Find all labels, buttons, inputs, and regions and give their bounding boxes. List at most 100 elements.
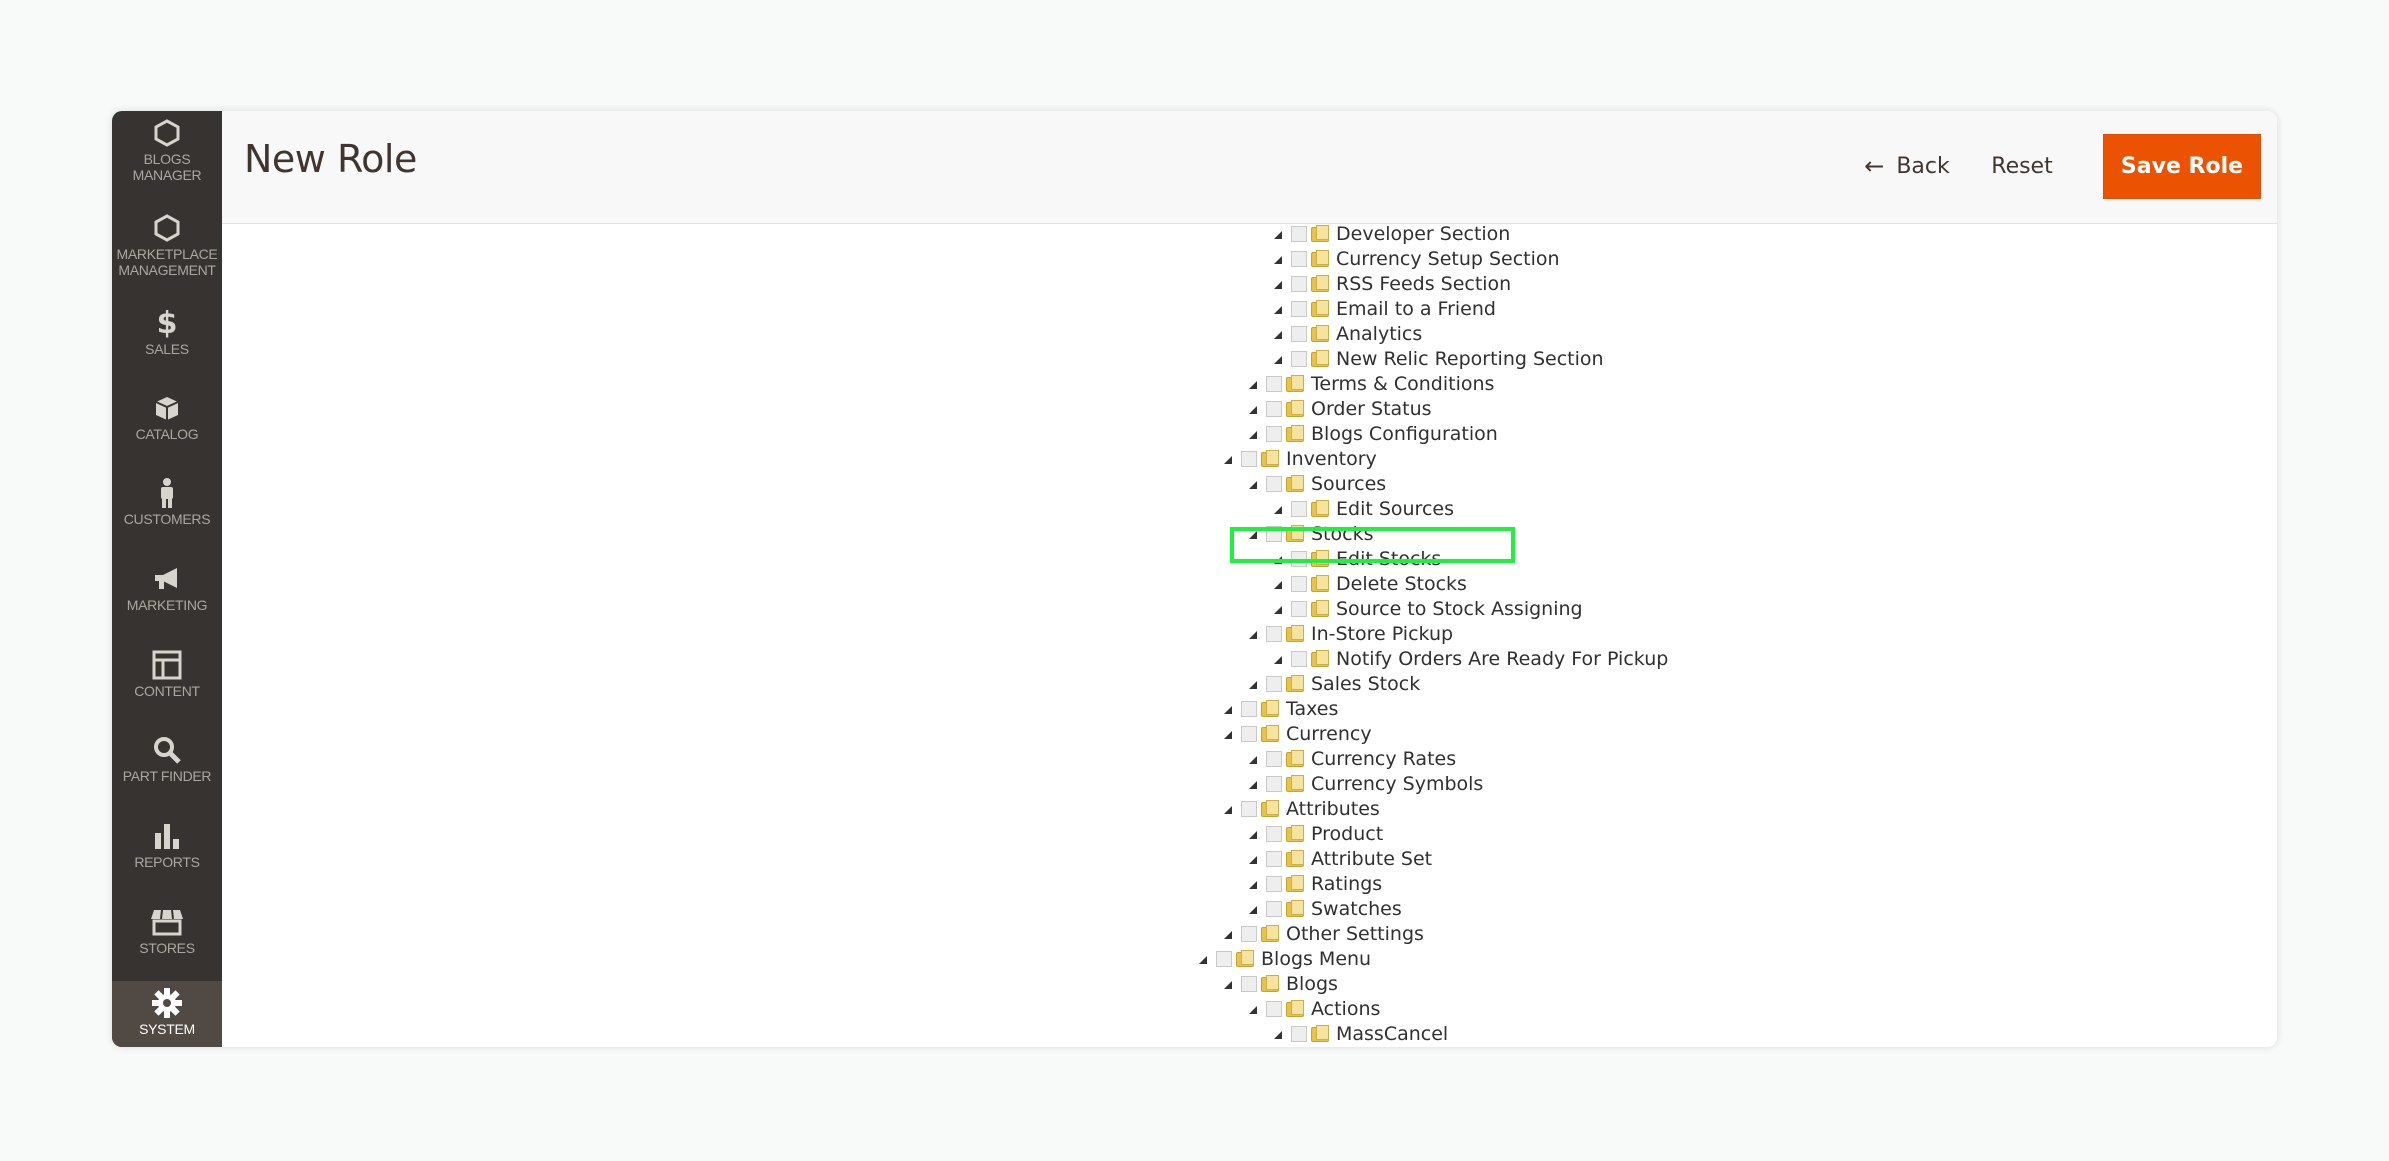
tree-node[interactable]: Order Status — [1249, 396, 1432, 421]
checkbox[interactable] — [1241, 700, 1257, 717]
expand-triangle-icon[interactable] — [1274, 355, 1282, 364]
sidebar-item-content[interactable]: CONTENT — [112, 643, 222, 723]
tree-node[interactable]: Blogs — [1224, 971, 1338, 996]
expand-triangle-icon[interactable] — [1274, 555, 1282, 564]
tree-node[interactable]: Actions — [1249, 996, 1380, 1021]
tree-node[interactable]: Taxes — [1224, 696, 1338, 721]
checkbox[interactable] — [1241, 725, 1257, 742]
sidebar-item-stores[interactable]: STORES — [112, 900, 222, 980]
checkbox[interactable] — [1291, 550, 1307, 567]
expand-triangle-icon[interactable] — [1224, 730, 1232, 739]
checkbox[interactable] — [1291, 250, 1307, 267]
expand-triangle-icon[interactable] — [1249, 780, 1257, 789]
checkbox[interactable] — [1266, 850, 1282, 867]
sidebar-item-system[interactable]: SYSTEM — [112, 981, 222, 1047]
expand-triangle-icon[interactable] — [1274, 1030, 1282, 1039]
checkbox[interactable] — [1291, 350, 1307, 367]
tree-node[interactable]: Sales Stock — [1249, 671, 1420, 696]
expand-triangle-icon[interactable] — [1274, 605, 1282, 614]
expand-triangle-icon[interactable] — [1249, 1005, 1257, 1014]
tree-node[interactable]: Sources — [1249, 471, 1386, 496]
expand-triangle-icon[interactable] — [1274, 280, 1282, 289]
tree-node[interactable]: Other Settings — [1224, 921, 1424, 946]
checkbox[interactable] — [1266, 675, 1282, 692]
expand-triangle-icon[interactable] — [1249, 630, 1257, 639]
sidebar-item-catalog[interactable]: CATALOG — [112, 386, 222, 466]
tree-node[interactable]: Stocks — [1249, 521, 1373, 546]
checkbox[interactable] — [1291, 575, 1307, 592]
expand-triangle-icon[interactable] — [1249, 430, 1257, 439]
checkbox[interactable] — [1266, 425, 1282, 442]
tree-node[interactable]: Delete Stocks — [1274, 571, 1467, 596]
checkbox[interactable] — [1266, 525, 1282, 542]
tree-node[interactable]: Developer Section — [1274, 224, 1510, 246]
tree-node[interactable]: Currency Rates — [1249, 746, 1456, 771]
tree-node[interactable]: Currency — [1224, 721, 1372, 746]
tree-node[interactable]: Notify Orders Are Ready For Pickup — [1274, 646, 1668, 671]
tree-node[interactable]: Swatches — [1249, 896, 1402, 921]
checkbox[interactable] — [1291, 225, 1307, 242]
tree-node[interactable]: In-Store Pickup — [1249, 621, 1453, 646]
expand-triangle-icon[interactable] — [1224, 980, 1232, 989]
checkbox[interactable] — [1241, 925, 1257, 942]
expand-triangle-icon[interactable] — [1224, 455, 1232, 464]
expand-triangle-icon[interactable] — [1274, 505, 1282, 514]
back-button[interactable]: ← Back — [1852, 140, 1962, 192]
checkbox[interactable] — [1266, 825, 1282, 842]
tree-node[interactable]: Edit Sources — [1274, 496, 1454, 521]
checkbox[interactable] — [1266, 900, 1282, 917]
expand-triangle-icon[interactable] — [1249, 880, 1257, 889]
expand-triangle-icon[interactable] — [1224, 705, 1232, 714]
expand-triangle-icon[interactable] — [1274, 580, 1282, 589]
reset-button[interactable]: Reset — [1977, 140, 2067, 192]
tree-node[interactable]: Attribute Set — [1249, 846, 1432, 871]
checkbox[interactable] — [1266, 875, 1282, 892]
checkbox[interactable] — [1291, 650, 1307, 667]
tree-node[interactable]: Inventory — [1224, 446, 1377, 471]
expand-triangle-icon[interactable] — [1224, 930, 1232, 939]
sidebar-item-marketing[interactable]: MARKETING — [112, 557, 222, 637]
tree-node[interactable]: Source to Stock Assigning — [1274, 596, 1583, 621]
expand-triangle-icon[interactable] — [1249, 480, 1257, 489]
expand-triangle-icon[interactable] — [1249, 530, 1257, 539]
expand-triangle-icon[interactable] — [1274, 255, 1282, 264]
expand-triangle-icon[interactable] — [1274, 330, 1282, 339]
expand-triangle-icon[interactable] — [1274, 305, 1282, 314]
expand-triangle-icon[interactable] — [1274, 230, 1282, 239]
tree-node[interactable]: Edit Stocks — [1274, 546, 1441, 571]
sidebar-item-marketplace-management[interactable]: MARKETPLACE MANAGEMENT — [112, 206, 222, 286]
checkbox[interactable] — [1291, 600, 1307, 617]
expand-triangle-icon[interactable] — [1249, 830, 1257, 839]
tree-node[interactable]: Analytics — [1274, 321, 1422, 346]
checkbox[interactable] — [1291, 300, 1307, 317]
sidebar-item-blogs-manager[interactable]: BLOGS MANAGER — [112, 111, 222, 191]
checkbox[interactable] — [1266, 375, 1282, 392]
expand-triangle-icon[interactable] — [1249, 755, 1257, 764]
checkbox[interactable] — [1241, 450, 1257, 467]
expand-triangle-icon[interactable] — [1224, 805, 1232, 814]
tree-node[interactable]: RSS Feeds Section — [1274, 271, 1511, 296]
checkbox[interactable] — [1291, 325, 1307, 342]
expand-triangle-icon[interactable] — [1249, 905, 1257, 914]
checkbox[interactable] — [1266, 625, 1282, 642]
checkbox[interactable] — [1216, 950, 1232, 967]
save-role-button[interactable]: Save Role — [2103, 134, 2261, 199]
checkbox[interactable] — [1291, 1025, 1307, 1042]
checkbox[interactable] — [1266, 1000, 1282, 1017]
tree-node[interactable]: Currency Symbols — [1249, 771, 1483, 796]
expand-triangle-icon[interactable] — [1249, 680, 1257, 689]
expand-triangle-icon[interactable] — [1249, 855, 1257, 864]
expand-triangle-icon[interactable] — [1249, 405, 1257, 414]
tree-node[interactable]: Ratings — [1249, 871, 1382, 896]
checkbox[interactable] — [1266, 475, 1282, 492]
tree-node[interactable]: New Relic Reporting Section — [1274, 346, 1604, 371]
checkbox[interactable] — [1291, 275, 1307, 292]
checkbox[interactable] — [1291, 500, 1307, 517]
sidebar-item-sales[interactable]: $ SALES — [112, 301, 222, 381]
sidebar-item-customers[interactable]: CUSTOMERS — [112, 471, 222, 551]
sidebar-item-reports[interactable]: REPORTS — [112, 814, 222, 894]
tree-node[interactable]: Product — [1249, 821, 1383, 846]
tree-node[interactable]: Attributes — [1224, 796, 1380, 821]
tree-node[interactable]: Terms & Conditions — [1249, 371, 1494, 396]
checkbox[interactable] — [1241, 975, 1257, 992]
